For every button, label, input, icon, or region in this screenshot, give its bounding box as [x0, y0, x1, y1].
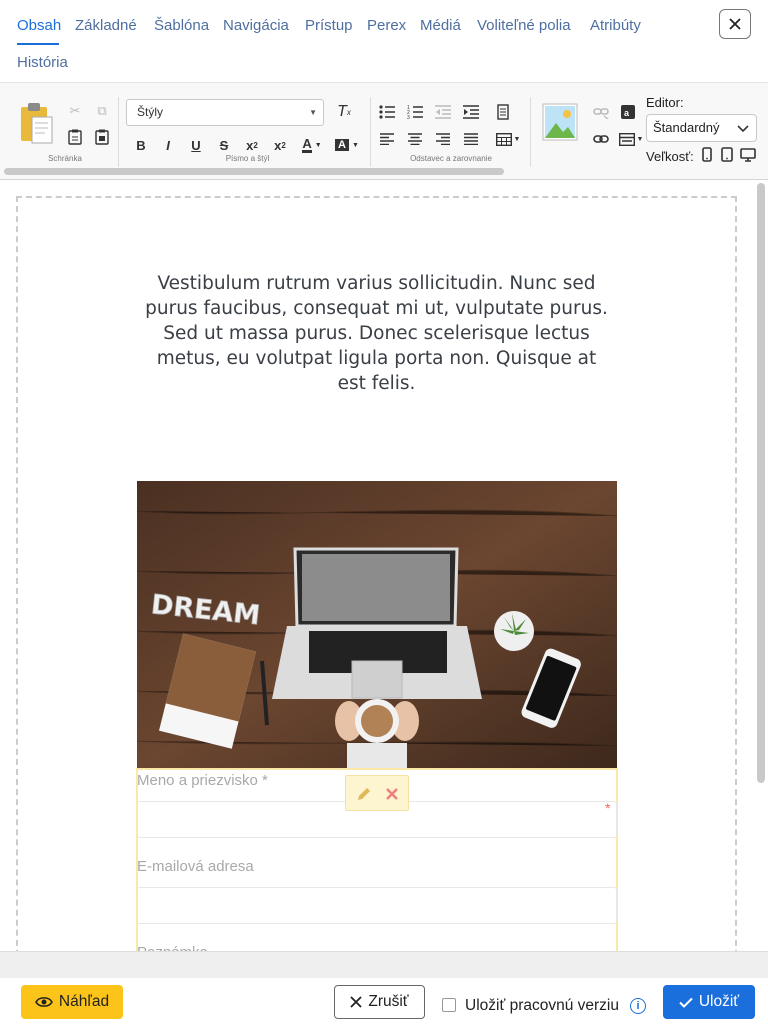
bold-icon[interactable]: B	[130, 134, 152, 156]
group-label-clipboard: Schránka	[48, 154, 82, 163]
email-field-label: E-mailová adresa	[137, 858, 254, 875]
footer-bar: Náhľad Zrušiť Uložiť pracovnú verziu i U…	[0, 978, 768, 1024]
tab-volitelne-polia[interactable]: Voliteľné polia	[477, 17, 571, 34]
editor-toolbar: ✂ ⧉ Schránka Štýly ▼ Tx B I U S x2 x2 A ▼…	[0, 83, 768, 180]
tab-bar: Obsah Základné Šablóna Navigácia Prístup…	[0, 0, 768, 83]
decrease-indent-icon[interactable]	[432, 101, 454, 123]
align-left-icon[interactable]	[376, 128, 398, 150]
mobile-view-icon[interactable]	[701, 147, 713, 163]
eye-icon	[34, 997, 53, 1007]
chevron-down-icon	[737, 125, 749, 133]
info-icon[interactable]: i	[630, 998, 646, 1014]
divider	[530, 97, 531, 167]
name-field-label: Meno a priezvisko *	[137, 772, 268, 789]
tab-navigacia[interactable]: Navigácia	[223, 17, 289, 34]
unlink-icon[interactable]	[590, 101, 612, 123]
justify-icon[interactable]	[460, 128, 482, 150]
close-button[interactable]	[719, 9, 751, 39]
paste-word-icon[interactable]	[91, 126, 113, 148]
close-icon	[729, 18, 741, 30]
cut-icon[interactable]: ✂	[64, 100, 86, 122]
editor-label: Editor:	[646, 95, 684, 110]
preview-button[interactable]: Náhľad	[21, 985, 123, 1019]
editor-content-area[interactable]: Vestibulum rutrum varius sollicitudin. N…	[0, 180, 768, 952]
styles-select-value: Štýly	[137, 105, 164, 119]
email-field[interactable]	[137, 887, 617, 924]
subscript-icon[interactable]: x2	[241, 134, 263, 156]
editor-select-value: Štandardný	[653, 120, 720, 135]
widget-toolbar	[345, 775, 409, 811]
delete-x-icon[interactable]	[384, 786, 400, 802]
desktop-view-icon[interactable]	[740, 147, 756, 163]
text-color-icon[interactable]: A ▼	[298, 134, 326, 156]
tab-sablona[interactable]: Šablóna	[154, 17, 209, 34]
link-icon[interactable]	[590, 128, 612, 150]
save-label: Uložiť	[698, 993, 740, 1010]
paste-text-icon[interactable]	[64, 126, 86, 148]
italic-icon[interactable]: I	[157, 134, 179, 156]
underline-icon[interactable]: U	[185, 134, 207, 156]
remove-format-icon[interactable]: Tx	[333, 101, 355, 123]
iframe-icon[interactable]: a	[617, 101, 639, 123]
content-image[interactable]: DREAM	[137, 481, 617, 768]
numbered-list-icon[interactable]: 123	[404, 101, 426, 123]
divider	[370, 97, 371, 167]
align-center-icon[interactable]	[404, 128, 426, 150]
group-label-font: Písmo a štýl	[225, 154, 270, 163]
superscript-icon[interactable]: x2	[269, 134, 291, 156]
tab-historia[interactable]: História	[17, 54, 68, 71]
tab-perex[interactable]: Perex	[367, 17, 406, 34]
tab-zakladne[interactable]: Základné	[75, 17, 137, 34]
blockquote-icon[interactable]	[492, 101, 514, 123]
status-strip	[0, 951, 768, 978]
content-scrollbar[interactable]	[757, 183, 765, 783]
background-color-icon[interactable]: A ▼	[333, 134, 361, 156]
preview-label: Náhľad	[58, 993, 110, 1010]
cancel-label: Zrušiť	[368, 993, 409, 1010]
image-icon[interactable]	[542, 103, 578, 141]
close-icon	[350, 996, 362, 1008]
table-icon[interactable]: ▼	[494, 128, 522, 150]
edit-pencil-icon[interactable]	[356, 786, 372, 802]
chevron-down-icon: ▼	[309, 108, 317, 117]
content-paragraph[interactable]: Vestibulum rutrum varius sollicitudin. N…	[140, 271, 613, 396]
work-version-label: Uložiť pracovnú verziu	[465, 997, 619, 1014]
tablet-view-icon[interactable]	[720, 147, 734, 163]
tab-atributy[interactable]: Atribúty	[590, 17, 641, 34]
paste-icon[interactable]	[18, 101, 54, 145]
tab-pristup[interactable]: Prístup	[305, 17, 353, 34]
work-version-checkbox[interactable]	[442, 998, 456, 1012]
group-label-paragraph: Odstavec a zarovnanie	[410, 154, 492, 163]
editor-select[interactable]: Štandardný	[646, 114, 757, 142]
svg-text:3: 3	[407, 115, 410, 119]
size-label: Veľkosť:	[646, 149, 694, 164]
tab-obsah[interactable]: Obsah	[17, 17, 61, 34]
checkmark-icon	[679, 997, 693, 1008]
tab-media[interactable]: Médiá	[420, 17, 461, 34]
bulleted-list-icon[interactable]	[376, 101, 398, 123]
save-button[interactable]: Uložiť	[663, 985, 755, 1019]
copy-icon[interactable]: ⧉	[91, 100, 113, 122]
form-field-icon[interactable]: ▼	[617, 128, 645, 150]
align-right-icon[interactable]	[432, 128, 454, 150]
increase-indent-icon[interactable]	[460, 101, 482, 123]
toolbar-scrollbar[interactable]	[4, 168, 504, 175]
strikethrough-icon[interactable]: S	[213, 134, 235, 156]
cancel-button[interactable]: Zrušiť	[334, 985, 425, 1019]
styles-select[interactable]: Štýly ▼	[126, 99, 324, 126]
active-tab-indicator	[17, 43, 59, 45]
divider	[118, 97, 119, 167]
